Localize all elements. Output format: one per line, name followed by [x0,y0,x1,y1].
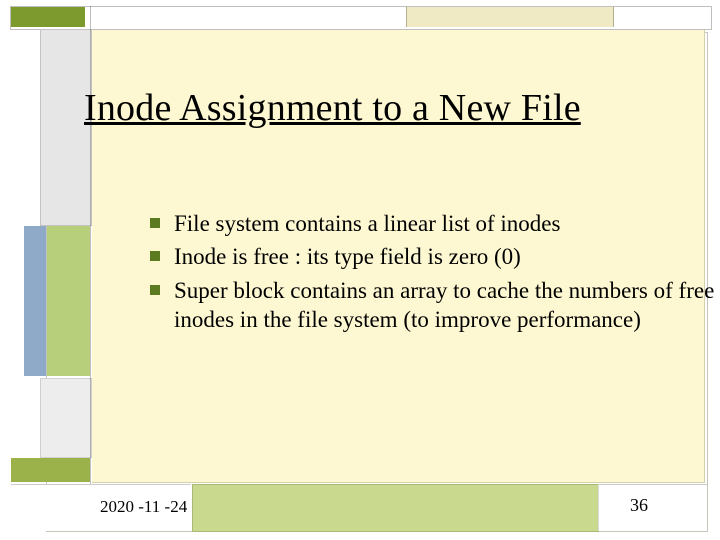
deco-bottom-right [598,484,707,531]
deco-bottom-green [192,484,599,532]
deco-left-green [47,226,90,376]
footer-date: 2020 -11 -24 [100,497,187,517]
list-item: Inode is free : its type field is zero (… [144,242,720,271]
deco-left-blue [24,226,46,376]
deco-top-cream [406,7,614,27]
footer-page-number: 36 [630,495,648,516]
slide: Inode Assignment to a New File File syst… [0,0,720,540]
deco-vertical-line [90,6,91,531]
bullet-list: File system contains a linear list of in… [104,209,720,339]
deco-top-olive [11,7,85,27]
list-item: Super block contains an array to cache t… [144,276,720,335]
deco-left-olive-lower [11,458,90,482]
deco-left-grey-lower [40,378,92,458]
list-item: File system contains a linear list of in… [144,209,720,238]
slide-title: Inode Assignment to a New File [84,86,704,130]
